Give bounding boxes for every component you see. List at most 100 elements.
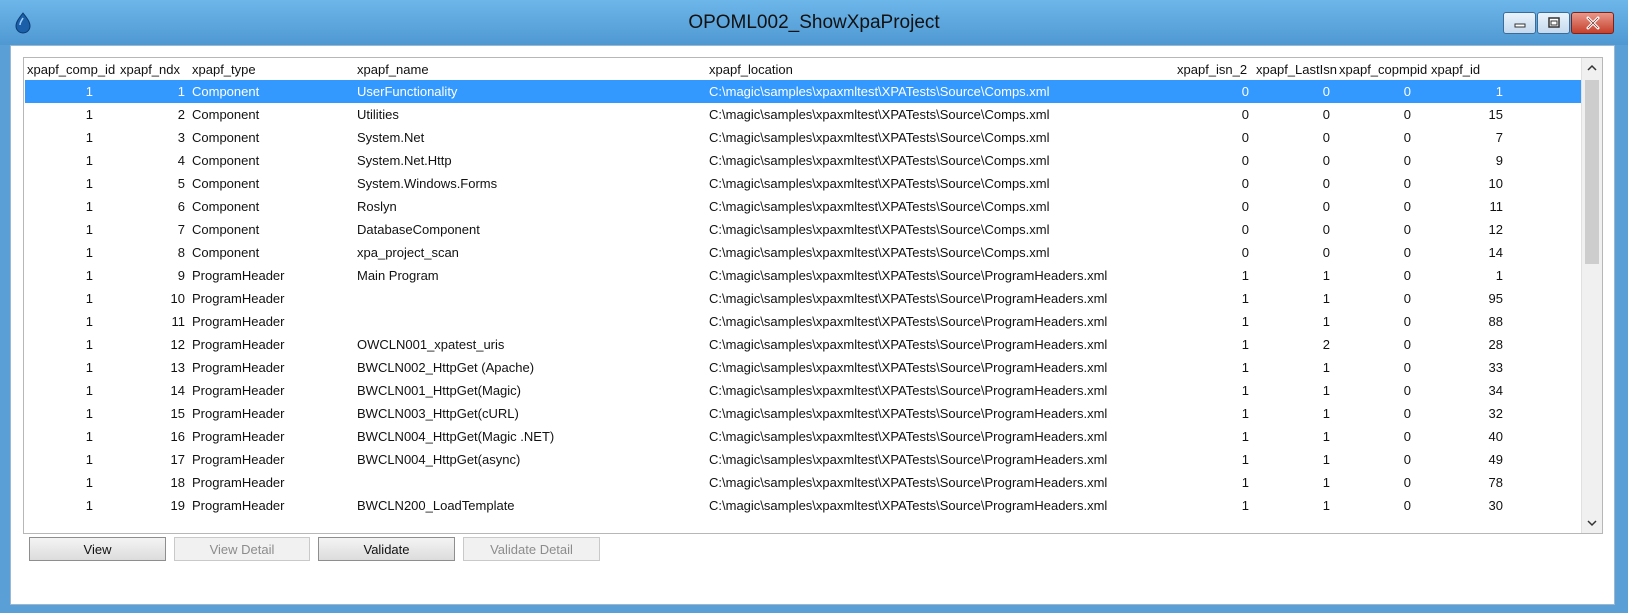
cell-location: C:\magic\samples\xpaxmltest\XPATests\Sou… xyxy=(709,291,1108,306)
cell-copmpid: 0 xyxy=(1403,176,1411,191)
cell-id: 88 xyxy=(1488,314,1503,329)
cell-isn-2: 0 xyxy=(1241,84,1249,99)
cell-name: Utilities xyxy=(357,107,399,122)
cell-isn-2: 0 xyxy=(1241,245,1249,260)
maximize-button[interactable] xyxy=(1537,12,1570,34)
vertical-scrollbar[interactable] xyxy=(1581,58,1602,533)
cell-last-isn: 1 xyxy=(1322,360,1330,375)
table-row[interactable]: 1 5 Component System.Windows.Forms C:\magic\… xyxy=(25,172,1581,195)
cell-comp-id: 1 xyxy=(85,498,93,513)
cell-name: System.Net.Http xyxy=(357,153,452,168)
title-bar[interactable]: OPOML002_ShowXpaProject xyxy=(0,0,1628,45)
cell-last-isn: 1 xyxy=(1322,383,1330,398)
table-row[interactable]: 1 3 Component System.Net C:\magic\samples\xp… xyxy=(25,126,1581,149)
cell-copmpid: 0 xyxy=(1403,337,1411,352)
cell-comp-id: 1 xyxy=(85,360,93,375)
close-button[interactable] xyxy=(1571,12,1614,34)
cell-ndx: 7 xyxy=(177,222,185,237)
cell-last-isn: 1 xyxy=(1322,429,1330,444)
cell-isn-2: 0 xyxy=(1241,199,1249,214)
cell-isn-2: 1 xyxy=(1241,406,1249,421)
cell-name: BWCLN001_HttpGet(Magic) xyxy=(357,383,521,398)
cell-id: 78 xyxy=(1488,475,1503,490)
column-header[interactable]: xpapf_ndx xyxy=(120,62,180,77)
cell-copmpid: 0 xyxy=(1403,452,1411,467)
scroll-up-button[interactable] xyxy=(1582,58,1602,78)
cell-id: 40 xyxy=(1488,429,1503,444)
table-row[interactable]: 1 17 ProgramHeader BWCLN004_HttpGet(async) C… xyxy=(25,448,1581,471)
window-title: OPOML002_ShowXpaProject xyxy=(688,12,940,33)
cell-comp-id: 1 xyxy=(85,475,93,490)
view-button[interactable]: View xyxy=(29,537,166,561)
minimize-button[interactable] xyxy=(1503,12,1536,34)
cell-type: ProgramHeader xyxy=(192,291,285,306)
cell-last-isn: 1 xyxy=(1322,314,1330,329)
cell-copmpid: 0 xyxy=(1403,406,1411,421)
table-row[interactable]: 1 1 Component UserFunctionality C:\magic\sam… xyxy=(25,80,1581,103)
column-header[interactable]: xpapf_id xyxy=(1431,62,1480,77)
table-row[interactable]: 1 9 ProgramHeader Main Program C:\magic\samp… xyxy=(25,264,1581,287)
column-header[interactable]: xpapf_copmpid xyxy=(1339,62,1427,77)
cell-location: C:\magic\samples\xpaxmltest\XPATests\Sou… xyxy=(709,475,1108,490)
cell-name: BWCLN004_HttpGet(async) xyxy=(357,452,521,467)
cell-name: System.Windows.Forms xyxy=(357,176,498,191)
cell-last-isn: 1 xyxy=(1322,291,1330,306)
cell-isn-2: 1 xyxy=(1241,337,1249,352)
cell-comp-id: 1 xyxy=(85,291,93,306)
cell-type: ProgramHeader xyxy=(192,475,285,490)
column-header[interactable]: xpapf_LastIsn xyxy=(1256,62,1337,77)
cell-comp-id: 1 xyxy=(85,406,93,421)
table-row[interactable]: 1 11 ProgramHeader C:\magic\samples\xpaxmlt… xyxy=(25,310,1581,333)
scroll-down-button[interactable] xyxy=(1582,513,1602,533)
cell-name: Main Program xyxy=(357,268,439,283)
cell-ndx: 12 xyxy=(170,337,185,352)
cell-type: Component xyxy=(192,107,260,122)
table-row[interactable]: 1 13 ProgramHeader BWCLN002_HttpGet (Apache… xyxy=(25,356,1581,379)
column-header[interactable]: xpapf_type xyxy=(192,62,256,77)
validate-button[interactable]: Validate xyxy=(318,537,455,561)
table-row[interactable]: 1 12 ProgramHeader OWCLN001_xpatest_uris C:\… xyxy=(25,333,1581,356)
table-row[interactable]: 1 14 ProgramHeader BWCLN001_HttpGet(Magic) C… xyxy=(25,379,1581,402)
cell-name: System.Net xyxy=(357,130,425,145)
cell-last-isn: 0 xyxy=(1322,176,1330,191)
cell-isn-2: 1 xyxy=(1241,498,1249,513)
table-row[interactable]: 1 19 ProgramHeader BWCLN200_LoadTemplate C:\… xyxy=(25,494,1581,517)
table-row[interactable]: 1 7 Component DatabaseComponent C:\magic\sam… xyxy=(25,218,1581,241)
scroll-thumb[interactable] xyxy=(1585,80,1599,264)
cell-isn-2: 0 xyxy=(1241,107,1249,122)
cell-location: C:\magic\samples\xpaxmltest\XPATests\Sou… xyxy=(709,498,1108,513)
table-row[interactable]: 1 10 ProgramHeader C:\magic\samples\xpaxmlt… xyxy=(25,287,1581,310)
cell-location: C:\magic\samples\xpaxmltest\XPATests\Sou… xyxy=(709,176,1050,191)
client-area: xpapf_comp_id xpapf_ndx xpapf_type xpapf… xyxy=(10,45,1615,605)
cell-ndx: 13 xyxy=(170,360,185,375)
cell-comp-id: 1 xyxy=(85,176,93,191)
project-table[interactable]: xpapf_comp_id xpapf_ndx xpapf_type xpapf… xyxy=(23,57,1603,534)
cell-name: DatabaseComponent xyxy=(357,222,480,237)
cell-comp-id: 1 xyxy=(85,153,93,168)
column-header[interactable]: xpapf_comp_id xyxy=(27,62,115,77)
cell-isn-2: 0 xyxy=(1241,153,1249,168)
cell-last-isn: 0 xyxy=(1322,84,1330,99)
column-header[interactable]: xpapf_isn_2 xyxy=(1177,62,1247,77)
table-row[interactable]: 1 2 Component Utilities C:\magic\samples\xpa… xyxy=(25,103,1581,126)
cell-location: C:\magic\samples\xpaxmltest\XPATests\Sou… xyxy=(709,337,1108,352)
column-header[interactable]: xpapf_name xyxy=(357,62,429,77)
table-row[interactable]: 1 6 Component Roslyn C:\magic\samples\xpaxml… xyxy=(25,195,1581,218)
table-row[interactable]: 1 18 ProgramHeader C:\magic\samples\xpaxmlt… xyxy=(25,471,1581,494)
cell-id: 11 xyxy=(1489,199,1504,214)
validate-detail-button[interactable]: Validate Detail xyxy=(463,537,600,561)
cell-copmpid: 0 xyxy=(1403,475,1411,490)
table-row[interactable]: 1 4 Component System.Net.Http C:\magic\sampl… xyxy=(25,149,1581,172)
cell-id: 1 xyxy=(1495,268,1503,283)
cell-id: 34 xyxy=(1488,383,1503,398)
view-detail-button[interactable]: View Detail xyxy=(174,537,310,561)
table-row[interactable]: 1 8 Component xpa_project_scan C:\magic\samp… xyxy=(25,241,1581,264)
cell-type: Component xyxy=(192,176,260,191)
column-header[interactable]: xpapf_location xyxy=(709,62,793,77)
caption-buttons xyxy=(1502,12,1614,36)
cell-comp-id: 1 xyxy=(85,314,93,329)
cell-ndx: 17 xyxy=(170,452,185,467)
table-row[interactable]: 1 16 ProgramHeader BWCLN004_HttpGet(Magic .… xyxy=(25,425,1581,448)
table-row[interactable]: 1 15 ProgramHeader BWCLN003_HttpGet(cURL) C:… xyxy=(25,402,1581,425)
cell-copmpid: 0 xyxy=(1403,383,1411,398)
